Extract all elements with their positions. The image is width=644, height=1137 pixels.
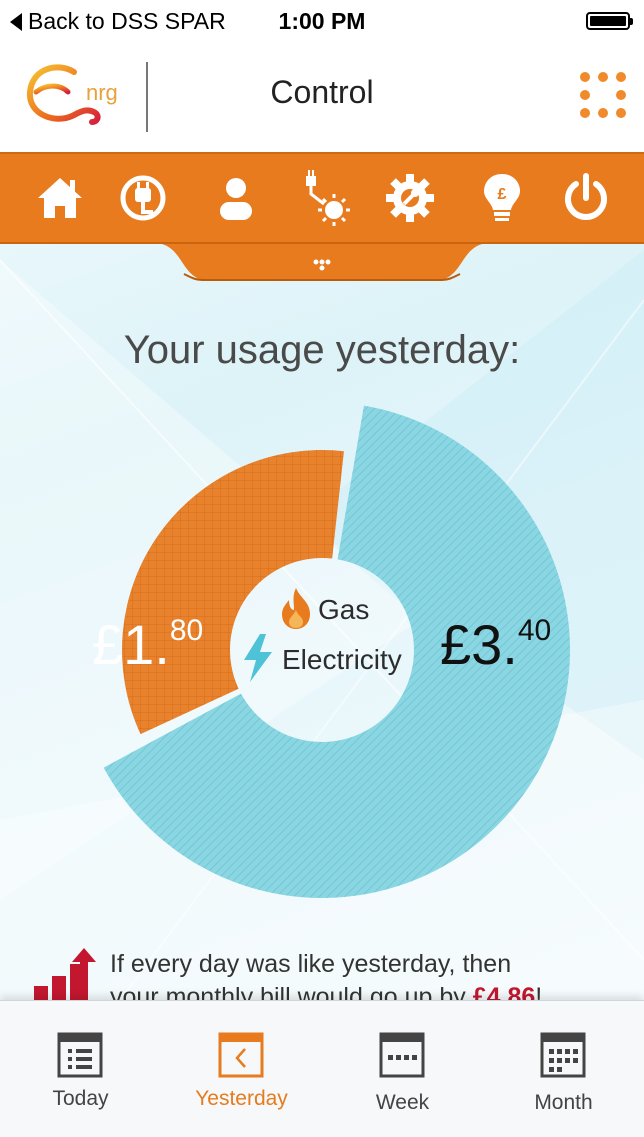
tab-month[interactable]: Month xyxy=(483,1001,644,1137)
week-calendar-icon xyxy=(378,1031,426,1079)
gas-cost-pence: 80 xyxy=(169,614,204,647)
legend-gas-label: Gas xyxy=(318,594,370,625)
user-icon[interactable] xyxy=(208,170,264,226)
month-calendar-icon xyxy=(539,1031,587,1079)
app-header: nrg Control xyxy=(0,44,644,152)
page-title: Control xyxy=(270,74,374,110)
tab-yesterday-label: Yesterday xyxy=(195,1087,288,1110)
tab-today[interactable]: Today xyxy=(0,1001,161,1137)
chart-legend: Gas Electricity xyxy=(240,585,402,685)
plug-icon[interactable] xyxy=(115,170,171,226)
battery-icon xyxy=(586,12,633,30)
rising-bars-icon xyxy=(32,944,98,1000)
list-calendar-icon xyxy=(56,1031,104,1079)
feature-toolbar: £ xyxy=(0,152,644,244)
legend-gas: Gas xyxy=(280,585,402,635)
flame-icon xyxy=(280,586,312,635)
gas-cost-label: £1.80 xyxy=(92,612,203,677)
tab-month-label: Month xyxy=(534,1091,593,1114)
period-tab-bar: Today Yesterday Week Month xyxy=(0,1000,644,1137)
tab-today-label: Today xyxy=(52,1087,109,1110)
electricity-cost-main: £3. xyxy=(440,613,518,676)
electricity-cost-pence: 40 xyxy=(517,614,552,647)
projection-line-1: If every day was like yesterday, then xyxy=(110,950,512,978)
clock: 1:00 PM xyxy=(278,8,366,34)
tab-yesterday[interactable]: Yesterday xyxy=(161,1001,322,1137)
settings-icon[interactable] xyxy=(382,170,438,226)
toolbar-pull-tab[interactable] xyxy=(162,244,482,284)
svg-text:£: £ xyxy=(498,186,507,203)
legend-electricity-label: Electricity xyxy=(282,644,402,675)
home-icon[interactable] xyxy=(32,170,88,226)
gas-cost-main: £1. xyxy=(92,613,170,676)
tab-week-label: Week xyxy=(375,1091,430,1114)
electricity-cost-label: £3.40 xyxy=(440,612,551,677)
power-icon[interactable] xyxy=(558,170,614,226)
tab-week[interactable]: Week xyxy=(322,1001,483,1137)
bulb-pound-icon[interactable]: £ xyxy=(474,170,530,226)
status-bar: Back to DSS SPAR 1:00 PM xyxy=(0,0,644,44)
usage-heading: Your usage yesterday: xyxy=(123,328,521,372)
grid-menu-icon[interactable] xyxy=(580,72,626,118)
solar-plug-icon[interactable] xyxy=(300,170,356,226)
back-calendar-icon xyxy=(217,1031,265,1079)
lightning-icon xyxy=(240,633,276,687)
legend-electricity: Electricity xyxy=(240,633,402,687)
